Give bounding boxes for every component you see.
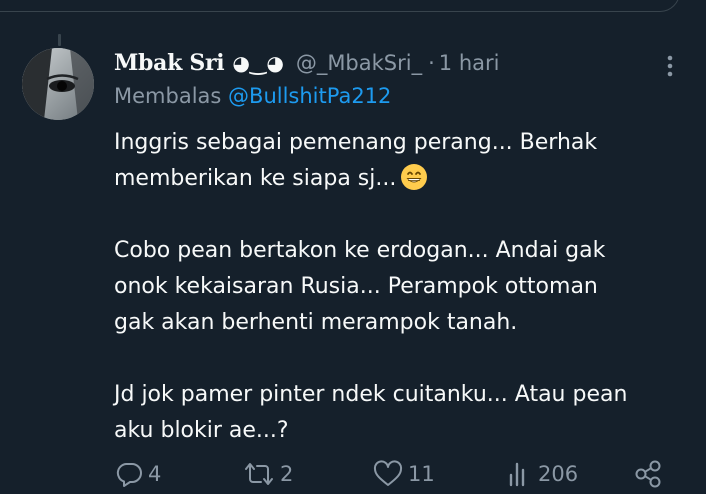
tweet-line: gak akan berhenti merampok tanah. <box>114 310 518 335</box>
like-count: 11 <box>408 462 435 486</box>
like-button[interactable]: 11 <box>372 456 435 492</box>
tweet-line: aku blokir ae...? <box>114 418 289 443</box>
share-icon <box>635 460 661 488</box>
reply-count: 4 <box>148 462 162 486</box>
tweet-paragraph: Inggris sebagai pemenang perang... Berha… <box>114 125 694 197</box>
replying-prefix: Membalas <box>114 84 222 108</box>
replying-to: Membalas @BullshitPa212 <box>114 84 391 108</box>
tweet-line: Cobo pean bertakon ke erdogan... Andai g… <box>114 238 606 263</box>
retweet-count: 2 <box>280 462 294 486</box>
views-count: 206 <box>538 462 579 486</box>
tweet-page: Mbak Sri ◕‿◕ @_MbakSri_ · 1 hari Membala… <box>0 0 706 494</box>
tweet-text: Inggris sebagai pemenang perang... Berha… <box>114 125 694 449</box>
tweet-line: memberikan ke siapa sj... <box>114 166 397 191</box>
grinning-face-emoji-icon <box>401 164 428 190</box>
display-name[interactable]: Mbak Sri <box>114 50 225 76</box>
tweet-paragraph: Jd jok pamer pinter ndek cuitanku... Ata… <box>114 377 694 449</box>
thread-connector-line <box>58 34 61 46</box>
previous-tweet-edge <box>0 0 706 14</box>
retweet-icon <box>245 463 273 485</box>
tweet-paragraph: Cobo pean bertakon ke erdogan... Andai g… <box>114 233 694 341</box>
avatar-image <box>22 48 94 120</box>
reply-icon <box>116 463 142 487</box>
tweet-line: Inggris sebagai pemenang perang... Berha… <box>114 130 598 155</box>
reply-button[interactable]: 4 <box>114 456 161 492</box>
retweet-button[interactable]: 2 <box>242 456 293 492</box>
views-button[interactable]: 206 <box>504 456 578 492</box>
more-options-button[interactable] <box>660 52 680 80</box>
share-button[interactable] <box>632 456 664 492</box>
like-icon <box>373 460 403 486</box>
views-icon <box>509 462 525 487</box>
tweet-line: Jd jok pamer pinter ndek cuitanku... Ata… <box>114 382 628 407</box>
name-emoji: ◕‿◕ <box>232 51 284 75</box>
tweet-actions: 4 2 11 206 <box>114 456 674 492</box>
more-icon <box>667 55 673 77</box>
tweet-header: Mbak Sri ◕‿◕ @_MbakSri_ · 1 hari <box>114 46 499 80</box>
mention-link[interactable]: @BullshitPa212 <box>228 84 391 108</box>
tweet-time[interactable]: 1 hari <box>439 51 500 75</box>
avatar[interactable] <box>22 48 94 120</box>
previous-tweet-border <box>0 0 680 12</box>
separator-dot: · <box>428 51 435 75</box>
user-handle[interactable]: @_MbakSri_ <box>296 51 422 75</box>
tweet-line: onok kekaisaran Rusia... Perampok ottoma… <box>114 274 598 299</box>
